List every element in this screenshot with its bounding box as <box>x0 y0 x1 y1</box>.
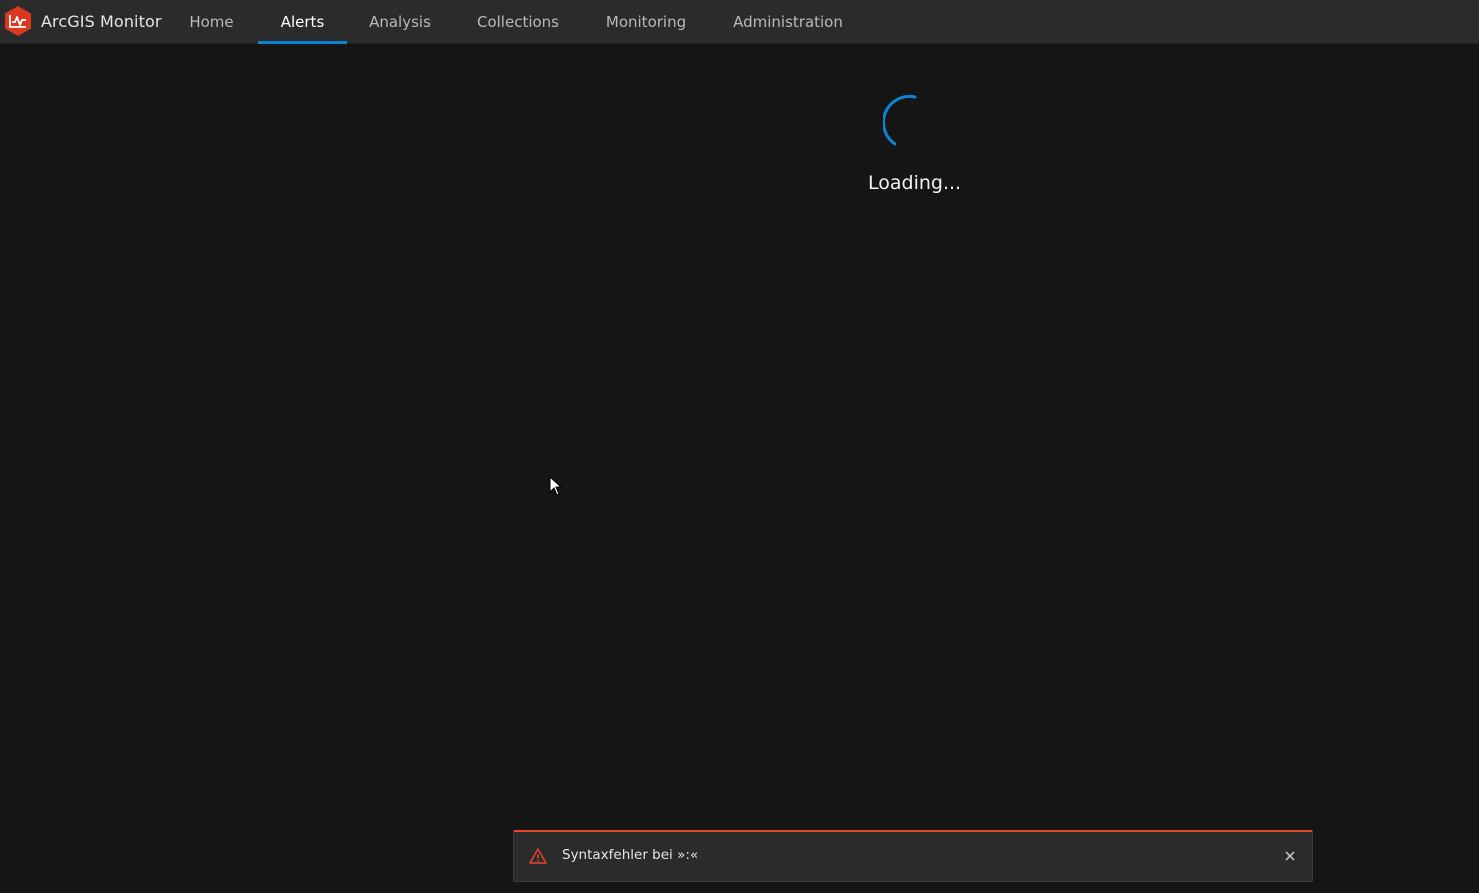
loading-spinner-icon <box>883 94 917 146</box>
nav-tab-label: Monitoring <box>605 13 687 31</box>
mouse-cursor-icon <box>549 476 563 496</box>
top-navigation-bar: ArcGIS Monitor Home Alerts Analysis Coll… <box>0 0 1479 44</box>
loading-indicator: Loading... <box>868 92 962 194</box>
nav-tab-administration[interactable]: Administration <box>718 0 858 44</box>
loading-text: Loading... <box>868 172 962 194</box>
close-icon[interactable] <box>1282 848 1298 864</box>
app-title: ArcGIS Monitor <box>41 11 162 31</box>
nav-tab-collections[interactable]: Collections <box>462 0 574 44</box>
error-toast: Syntaxfehler bei »:« <box>513 830 1313 882</box>
nav-tab-label: Collections <box>476 13 559 31</box>
warning-triangle-icon <box>529 848 547 864</box>
nav-tab-label: Analysis <box>369 13 431 31</box>
nav-tab-monitoring[interactable]: Monitoring <box>592 0 700 44</box>
nav-tab-label: Administration <box>733 13 843 31</box>
arcgis-monitor-logo-icon <box>5 6 31 36</box>
toast-message: Syntaxfehler bei »:« <box>562 847 699 863</box>
nav-tab-label: Alerts <box>280 13 325 31</box>
nav-tab-label: Home <box>189 13 234 31</box>
brand[interactable]: ArcGIS Monitor <box>3 4 162 38</box>
nav-tab-home[interactable]: Home <box>176 0 247 44</box>
nav-tab-alerts[interactable]: Alerts <box>258 0 347 44</box>
nav-tab-analysis[interactable]: Analysis <box>357 0 443 44</box>
